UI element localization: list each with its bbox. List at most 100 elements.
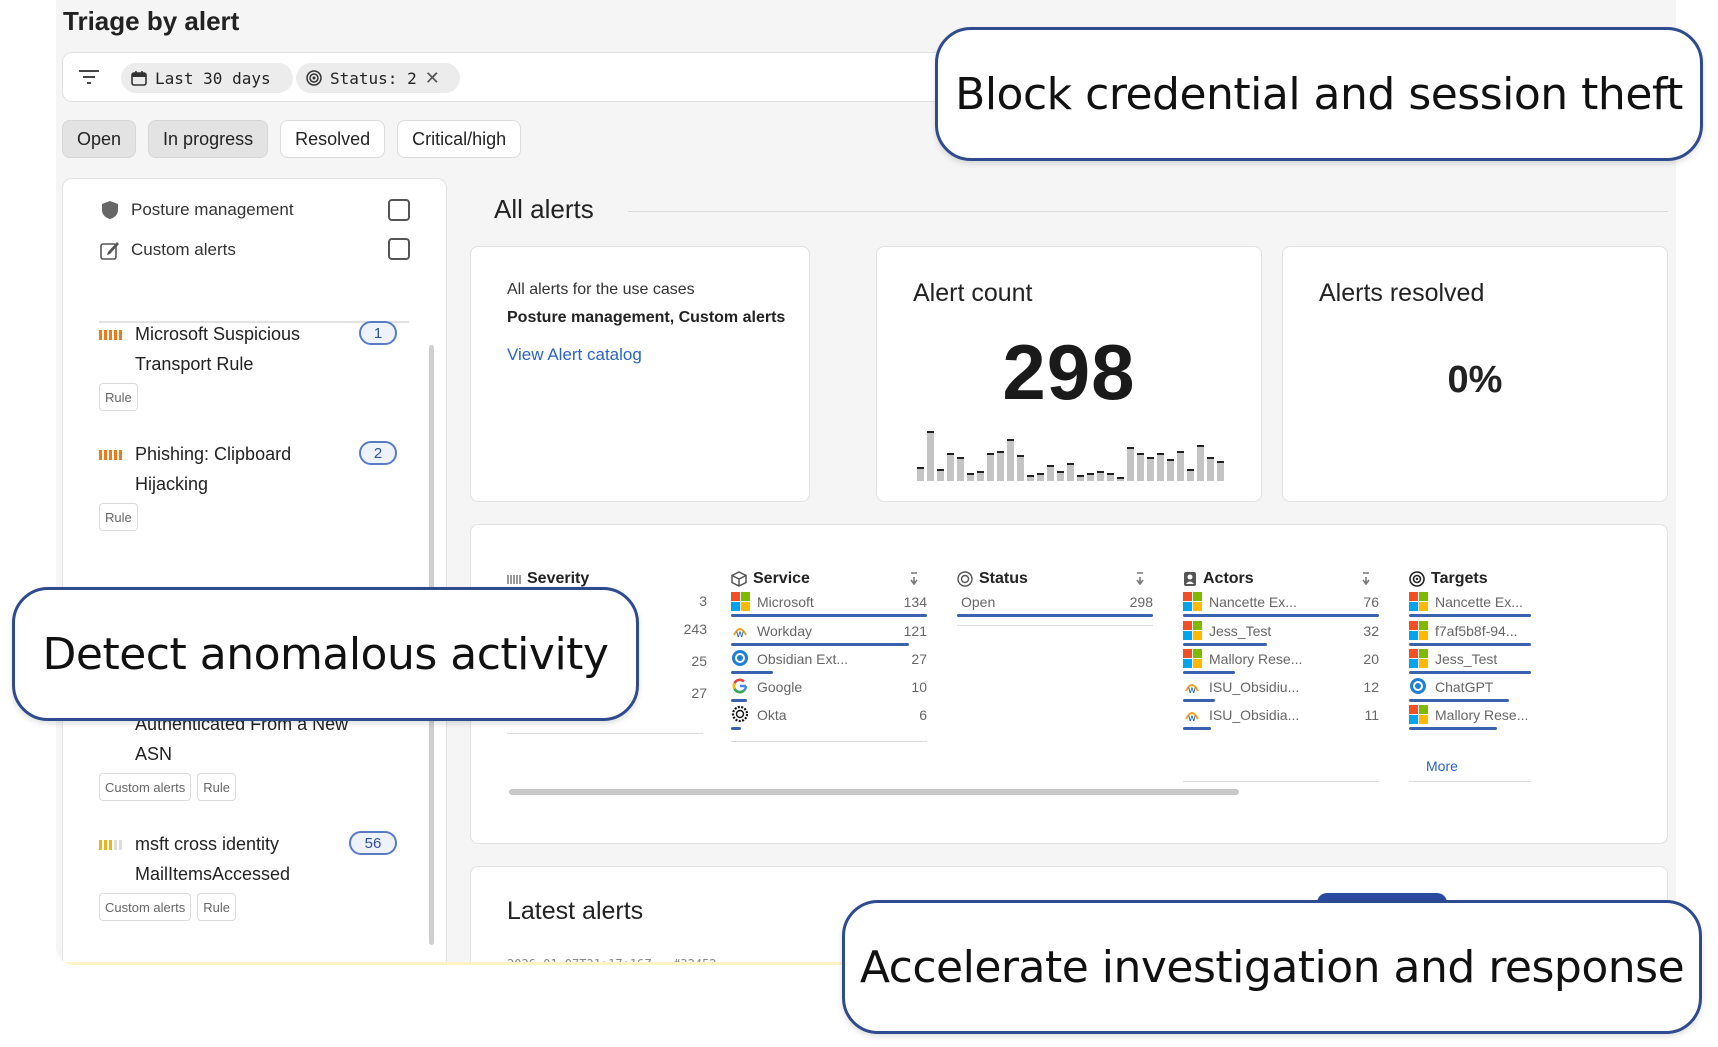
- tag-custom-alerts: Custom alerts: [99, 773, 192, 801]
- alert-list-item[interactable]: Microsoft Suspicious Transport Rule 1 Ru…: [99, 319, 399, 411]
- microsoft-icon: [731, 592, 750, 611]
- horizontal-scrollbar[interactable]: [509, 789, 1239, 795]
- sort-icon[interactable]: [1361, 571, 1371, 585]
- status-row[interactable]: Open 298: [957, 588, 1153, 618]
- actors-title: Actors: [1203, 570, 1254, 587]
- actor-row[interactable]: w ISU_Obsidia... 11: [1183, 701, 1379, 731]
- service-row[interactable]: Okta 6: [731, 701, 927, 731]
- actors-column-header: Actors: [1183, 570, 1254, 588]
- alert-count-card: Alert count 298: [876, 246, 1262, 502]
- actor-row[interactable]: Mallory Rese... 20: [1183, 645, 1379, 675]
- close-icon[interactable]: ✕: [425, 68, 440, 89]
- alerts-resolved-label: Alerts resolved: [1319, 279, 1485, 307]
- service-row[interactable]: w Workday 121: [731, 617, 927, 647]
- status-bar: [957, 614, 1153, 617]
- tab-resolved[interactable]: Resolved: [280, 120, 386, 158]
- view-alert-catalog-link[interactable]: View Alert catalog: [507, 345, 642, 365]
- user-badge-icon: [1184, 572, 1196, 586]
- target-row[interactable]: Mallory Rese...: [1409, 701, 1539, 731]
- severity-value: 25: [691, 653, 707, 669]
- service-row[interactable]: Google 10: [731, 673, 927, 703]
- target-label: Nancette Ex...: [1435, 594, 1523, 610]
- workday-icon: w: [1185, 684, 1199, 695]
- filter-label: Posture management: [131, 200, 294, 219]
- severity-icon: [99, 450, 122, 460]
- date-range-label: Last 30 days: [155, 68, 271, 88]
- severity-value: 27: [691, 685, 707, 701]
- microsoft-icon: [1183, 621, 1202, 640]
- status-count: 298: [1129, 594, 1153, 610]
- actor-row[interactable]: Jess_Test 32: [1183, 617, 1379, 647]
- actor-count: 11: [1364, 707, 1379, 723]
- microsoft-icon: [1183, 649, 1202, 668]
- tag-rule: Rule: [99, 383, 138, 411]
- calendar-icon: [131, 71, 147, 86]
- alerts-resolved-value: 0%: [1447, 359, 1503, 401]
- severity-value: 3: [699, 593, 707, 609]
- cube-icon: [731, 571, 747, 587]
- service-label: Microsoft: [757, 594, 814, 610]
- workday-icon: w: [1185, 712, 1199, 723]
- targets-column-header: Targets: [1409, 570, 1488, 588]
- target-row[interactable]: Nancette Ex...: [1409, 588, 1539, 618]
- target-label: ChatGPT: [1435, 679, 1494, 695]
- service-title: Service: [753, 570, 810, 587]
- service-bar: [731, 727, 741, 730]
- service-label: Workday: [757, 623, 812, 639]
- tag-rule: Rule: [99, 503, 138, 531]
- status-chip-label: Status: 2: [330, 68, 417, 88]
- actors-more-link[interactable]: More: [1426, 758, 1458, 774]
- divider: [1409, 781, 1531, 782]
- filter-icon[interactable]: [77, 67, 101, 87]
- alert-list-item[interactable]: Phishing: Clipboard Hijacking 2 Rule: [99, 439, 399, 531]
- target-bar: [1409, 727, 1497, 730]
- divider: [56, 962, 956, 965]
- microsoft-icon: [1183, 592, 1202, 611]
- target-row[interactable]: ChatGPT: [1409, 673, 1539, 703]
- posture-management-checkbox[interactable]: [388, 199, 410, 221]
- actor-label: Jess_Test: [1209, 623, 1272, 639]
- divider: [507, 733, 703, 734]
- alert-count-value: 298: [1002, 328, 1136, 416]
- alert-list-item[interactable]: msft cross identity MailItemsAccessed 56…: [99, 829, 399, 929]
- service-label: Okta: [757, 707, 787, 723]
- service-row[interactable]: Microsoft 134: [731, 588, 927, 618]
- service-count: 134: [903, 594, 927, 610]
- alert-breakdown-card: Severity 3 243 25 27 Service Microsoft 1…: [470, 524, 1668, 844]
- alert-count-badge: 56: [349, 831, 397, 855]
- custom-alerts-checkbox[interactable]: [388, 238, 410, 260]
- divider: [957, 625, 1153, 626]
- severity-icon: [99, 840, 122, 850]
- target-icon: [957, 571, 973, 587]
- service-column-header: Service: [731, 570, 810, 588]
- filter-posture-management[interactable]: Posture management: [99, 199, 294, 221]
- severity-title: Severity: [527, 570, 590, 587]
- section-title: All alerts: [494, 194, 594, 224]
- severity-icon: [99, 330, 122, 340]
- alert-count-badge: 1: [359, 321, 397, 345]
- tab-critical-high[interactable]: Critical/high: [397, 120, 522, 158]
- tab-in-progress[interactable]: In progress: [148, 120, 269, 158]
- filter-custom-alerts[interactable]: Custom alerts: [99, 239, 236, 261]
- sort-icon[interactable]: [909, 571, 919, 585]
- target-row[interactable]: Jess_Test: [1409, 645, 1539, 675]
- date-range-chip[interactable]: Last 30 days: [121, 63, 293, 93]
- actor-row[interactable]: Nancette Ex... 76: [1183, 588, 1379, 618]
- service-row[interactable]: Obsidian Ext... 27: [731, 645, 927, 675]
- actor-count: 20: [1363, 651, 1379, 667]
- sort-icon[interactable]: [1135, 571, 1145, 585]
- actor-label: Nancette Ex...: [1209, 594, 1297, 610]
- target-label: Jess_Test: [1435, 651, 1498, 667]
- alerts-resolved-card: Alerts resolved 0%: [1282, 246, 1668, 502]
- svg-text:w: w: [736, 629, 744, 639]
- actor-row[interactable]: w ISU_Obsidiu... 12: [1183, 673, 1379, 703]
- severity-icon: [507, 574, 521, 584]
- tab-open[interactable]: Open: [62, 120, 137, 158]
- status-tabs: Open In progress Resolved Critical/high: [62, 120, 522, 158]
- svg-text:w: w: [1188, 685, 1196, 695]
- target-icon: [306, 70, 322, 86]
- divider: [628, 211, 1668, 212]
- alert-title: msft cross identity MailItemsAccessed: [135, 834, 291, 884]
- status-chip[interactable]: Status: 2 ✕: [296, 63, 460, 93]
- target-row[interactable]: f7af5b8f-94...: [1409, 617, 1539, 647]
